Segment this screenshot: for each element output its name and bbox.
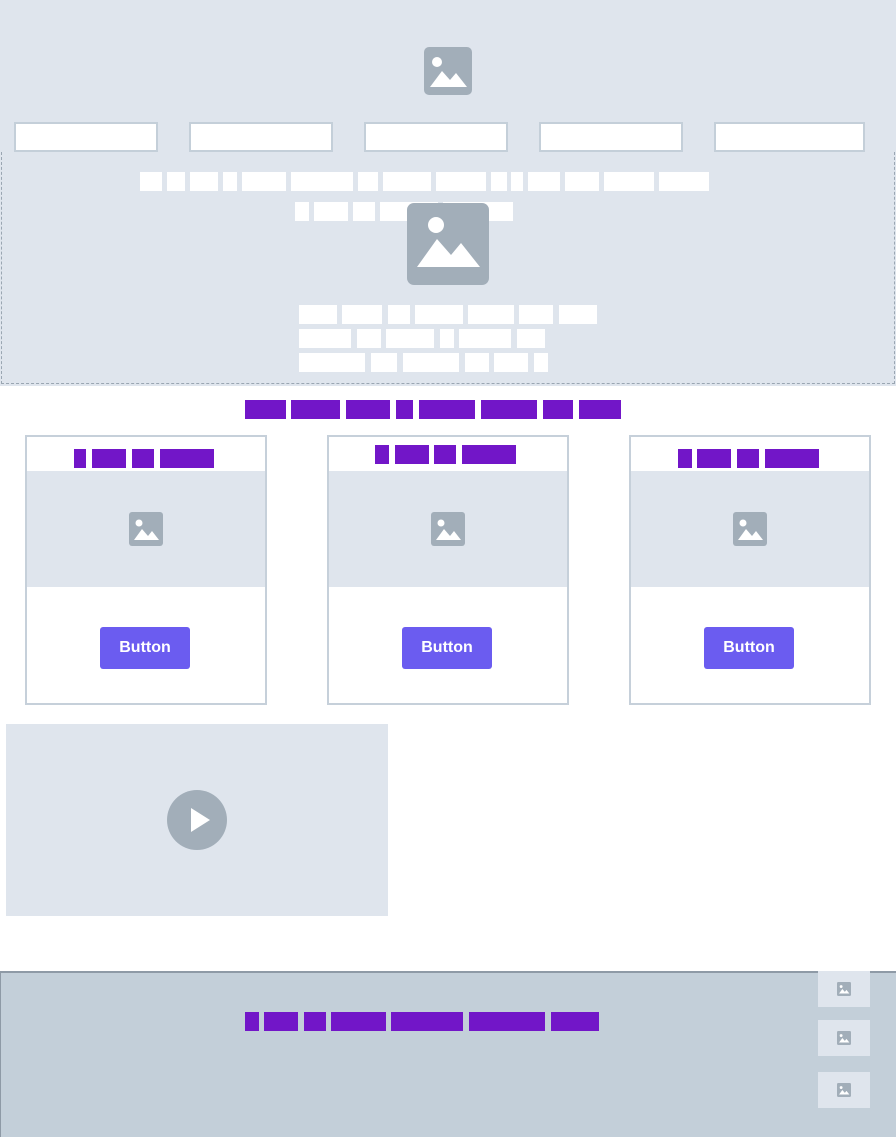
heading-placeholder <box>481 400 537 419</box>
card-title-placeholder <box>462 445 516 464</box>
card-title-placeholder <box>160 449 214 468</box>
text-placeholder <box>494 353 528 372</box>
card-title-placeholder <box>74 449 86 468</box>
footer-thumbnail-3[interactable] <box>818 1072 870 1108</box>
card-title-placeholder <box>434 445 456 464</box>
card-title-placeholder <box>132 449 154 468</box>
hero-main-image-icon <box>407 203 489 285</box>
text-placeholder <box>386 329 434 348</box>
footer-text-placeholder <box>331 1012 386 1031</box>
feature-card-2: Button <box>327 435 569 705</box>
text-placeholder <box>223 172 237 191</box>
image-placeholder-icon <box>837 1083 851 1097</box>
feature-card-3: Button <box>629 435 871 705</box>
text-placeholder <box>314 202 348 221</box>
text-placeholder <box>519 305 553 324</box>
text-placeholder <box>358 172 378 191</box>
image-placeholder-icon <box>837 1031 851 1045</box>
text-placeholder <box>403 353 459 372</box>
card-image <box>631 471 869 587</box>
text-placeholder <box>291 172 353 191</box>
text-placeholder <box>167 172 185 191</box>
heading-placeholder <box>579 400 621 419</box>
nav-item-2[interactable] <box>189 122 333 152</box>
card-button[interactable]: Button <box>402 627 492 669</box>
card-button[interactable]: Button <box>704 627 794 669</box>
card-title-placeholder <box>92 449 126 468</box>
heading-placeholder <box>543 400 573 419</box>
footer-text-placeholder <box>391 1012 463 1031</box>
text-placeholder <box>388 305 410 324</box>
text-placeholder <box>528 172 560 191</box>
text-placeholder <box>299 353 365 372</box>
nav-item-1[interactable] <box>14 122 158 152</box>
card-title-placeholder <box>737 449 759 468</box>
footer-text-placeholder <box>245 1012 259 1031</box>
text-placeholder <box>371 353 397 372</box>
card-title-placeholder <box>395 445 429 464</box>
play-triangle-icon <box>191 808 210 832</box>
text-placeholder <box>659 172 709 191</box>
text-placeholder <box>383 172 431 191</box>
image-placeholder-icon <box>733 512 767 546</box>
text-placeholder <box>534 353 548 372</box>
text-placeholder <box>459 329 511 348</box>
text-placeholder <box>517 329 545 348</box>
card-image <box>329 471 567 587</box>
card-button[interactable]: Button <box>100 627 190 669</box>
card-title-placeholder <box>697 449 731 468</box>
footer-text-placeholder <box>304 1012 326 1031</box>
text-placeholder <box>559 305 597 324</box>
card-title-placeholder <box>375 445 389 464</box>
text-placeholder <box>511 172 523 191</box>
text-placeholder <box>353 202 375 221</box>
card-title-placeholder <box>765 449 819 468</box>
text-placeholder <box>299 305 337 324</box>
play-icon[interactable] <box>167 790 227 850</box>
text-placeholder <box>299 329 351 348</box>
image-placeholder-icon <box>431 512 465 546</box>
text-placeholder <box>468 305 514 324</box>
text-placeholder <box>295 202 309 221</box>
nav-item-4[interactable] <box>539 122 683 152</box>
text-placeholder <box>440 329 454 348</box>
text-placeholder <box>465 353 489 372</box>
text-placeholder <box>357 329 381 348</box>
video-player[interactable] <box>6 724 388 916</box>
footer-text-placeholder <box>264 1012 298 1031</box>
heading-placeholder <box>245 400 286 419</box>
heading-placeholder <box>419 400 475 419</box>
image-placeholder-icon <box>129 512 163 546</box>
heading-placeholder <box>291 400 340 419</box>
nav-item-3[interactable] <box>364 122 508 152</box>
nav-item-5[interactable] <box>714 122 865 152</box>
footer <box>0 971 896 1137</box>
text-placeholder <box>242 172 286 191</box>
footer-text-placeholder <box>469 1012 545 1031</box>
text-placeholder <box>190 172 218 191</box>
text-placeholder <box>604 172 654 191</box>
text-placeholder <box>415 305 463 324</box>
heading-placeholder <box>346 400 390 419</box>
footer-text-placeholder <box>551 1012 599 1031</box>
card-image <box>27 471 265 587</box>
footer-thumbnail-1[interactable] <box>818 971 870 1007</box>
text-placeholder <box>342 305 382 324</box>
heading-placeholder <box>396 400 413 419</box>
text-placeholder <box>436 172 486 191</box>
hero-image-icon <box>424 47 472 95</box>
card-title-placeholder <box>678 449 692 468</box>
feature-card-1: Button <box>25 435 267 705</box>
image-placeholder-icon <box>837 982 851 996</box>
text-placeholder <box>491 172 507 191</box>
footer-thumbnail-2[interactable] <box>818 1020 870 1056</box>
text-placeholder <box>140 172 162 191</box>
text-placeholder <box>565 172 599 191</box>
